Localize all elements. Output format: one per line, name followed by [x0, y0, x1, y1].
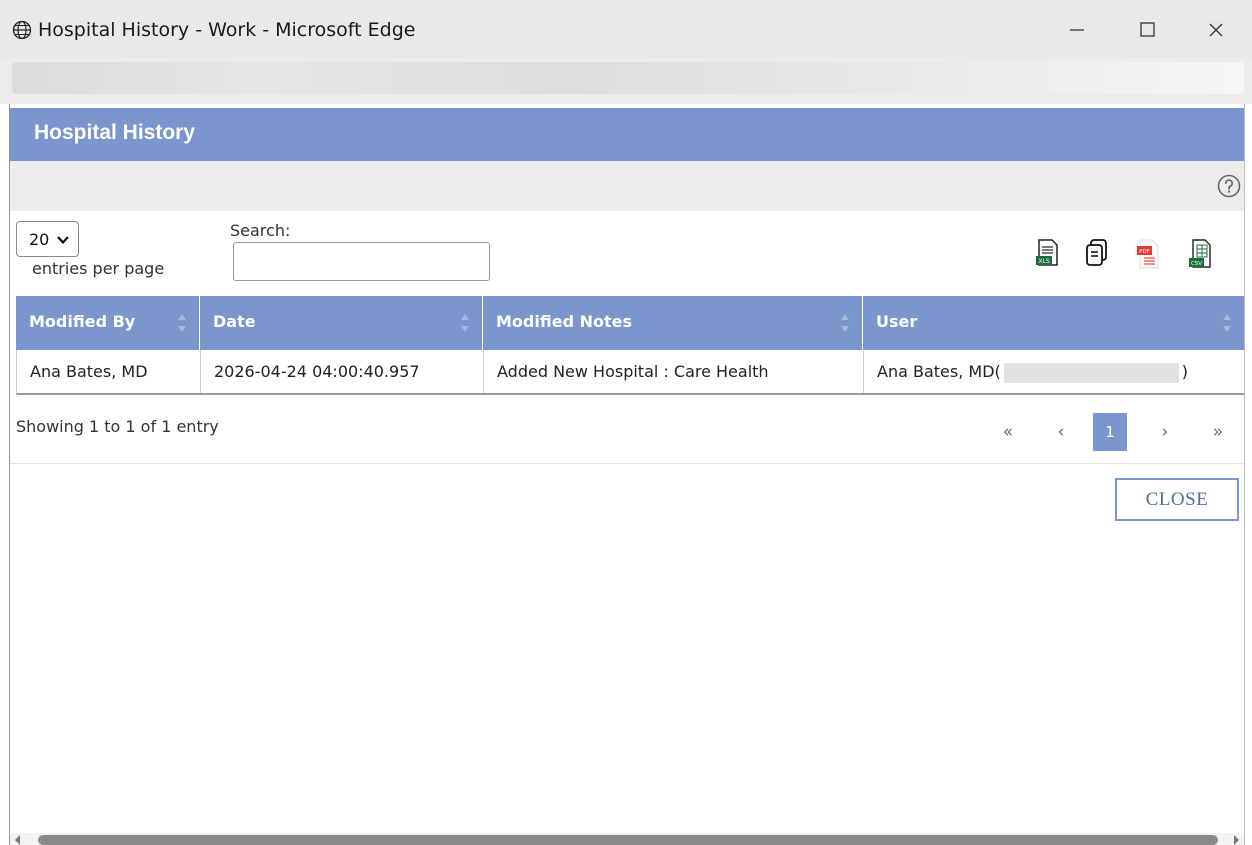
entries-per-page-value: 20 [29, 230, 50, 249]
table-header: Modified By Date Modified Notes User [16, 296, 1244, 350]
close-button[interactable]: CLOSE [1115, 478, 1239, 521]
entries-per-page-select[interactable]: 20 [16, 221, 79, 257]
pager-previous-button[interactable]: ‹ [1046, 413, 1076, 451]
page-header: Hospital History [10, 108, 1244, 161]
address-bar [0, 58, 1252, 104]
scroll-left-arrow-icon[interactable] [14, 835, 22, 845]
address-field-blurred[interactable] [12, 62, 1244, 94]
help-bar [10, 161, 1244, 211]
section-divider [10, 463, 1244, 464]
sort-icon [178, 314, 186, 332]
table-row[interactable]: Ana Bates, MD 2026-04-24 04:00:40.957 Ad… [16, 350, 1244, 395]
scroll-right-arrow-icon[interactable] [1232, 835, 1240, 845]
showing-entries-info: Showing 1 to 1 of 1 entry [16, 417, 219, 436]
column-header-label: Date [213, 312, 256, 331]
cell-date: 2026-04-24 04:00:40.957 [201, 350, 484, 393]
svg-text:CSV: CSV [1191, 261, 1202, 267]
pager-last-button[interactable]: » [1200, 413, 1236, 451]
cell-modified-notes: Added New Hospital : Care Health [484, 350, 864, 393]
entries-per-page-label: entries per page [32, 259, 165, 278]
column-header-label: Modified By [29, 312, 136, 331]
search-label: Search: [230, 221, 291, 240]
cell-user: Ana Bates, MD() [864, 350, 1244, 393]
csv-export-icon[interactable]: CSV [1187, 238, 1213, 270]
column-header-modified-notes[interactable]: Modified Notes [483, 296, 863, 350]
cell-modified-by: Ana Bates, MD [17, 350, 201, 393]
copy-icon[interactable] [1084, 238, 1110, 270]
window-right-border [1244, 104, 1252, 845]
window-title: Hospital History - Work - Microsoft Edge [38, 19, 416, 41]
column-header-modified-by[interactable]: Modified By [16, 296, 200, 350]
maximize-icon[interactable] [1133, 16, 1161, 44]
pager-page-1-button[interactable]: 1 [1093, 413, 1127, 451]
horizontal-scrollbar[interactable] [10, 833, 1244, 845]
cell-user-name: Ana Bates, MD( [877, 362, 1001, 381]
close-window-icon[interactable] [1202, 16, 1230, 44]
column-header-label: Modified Notes [496, 312, 632, 331]
pager-first-button[interactable]: « [990, 413, 1026, 451]
cell-user-close-paren: ) [1181, 362, 1188, 381]
minimize-icon[interactable] [1063, 16, 1091, 44]
svg-text:XLS: XLS [1038, 258, 1049, 265]
help-icon[interactable] [1217, 174, 1241, 198]
column-header-date[interactable]: Date [200, 296, 483, 350]
redacted-user-id [1003, 362, 1179, 383]
chevron-down-icon [57, 236, 69, 244]
page-title: Hospital History [34, 121, 196, 144]
excel-export-icon[interactable]: XLS [1035, 238, 1061, 270]
column-header-label: User [876, 312, 918, 331]
window-left-border [0, 104, 10, 845]
sort-icon [841, 314, 849, 332]
sort-icon [1223, 314, 1231, 332]
globe-icon [12, 20, 32, 40]
pdf-export-icon[interactable]: PDF [1135, 238, 1161, 270]
window-titlebar: Hospital History - Work - Microsoft Edge [0, 0, 1252, 58]
column-header-user[interactable]: User [863, 296, 1244, 350]
sort-icon [461, 314, 469, 332]
search-input[interactable] [233, 242, 490, 281]
svg-text:PDF: PDF [1139, 249, 1150, 255]
scrollbar-thumb[interactable] [38, 835, 1218, 845]
pager-next-button[interactable]: › [1150, 413, 1180, 451]
